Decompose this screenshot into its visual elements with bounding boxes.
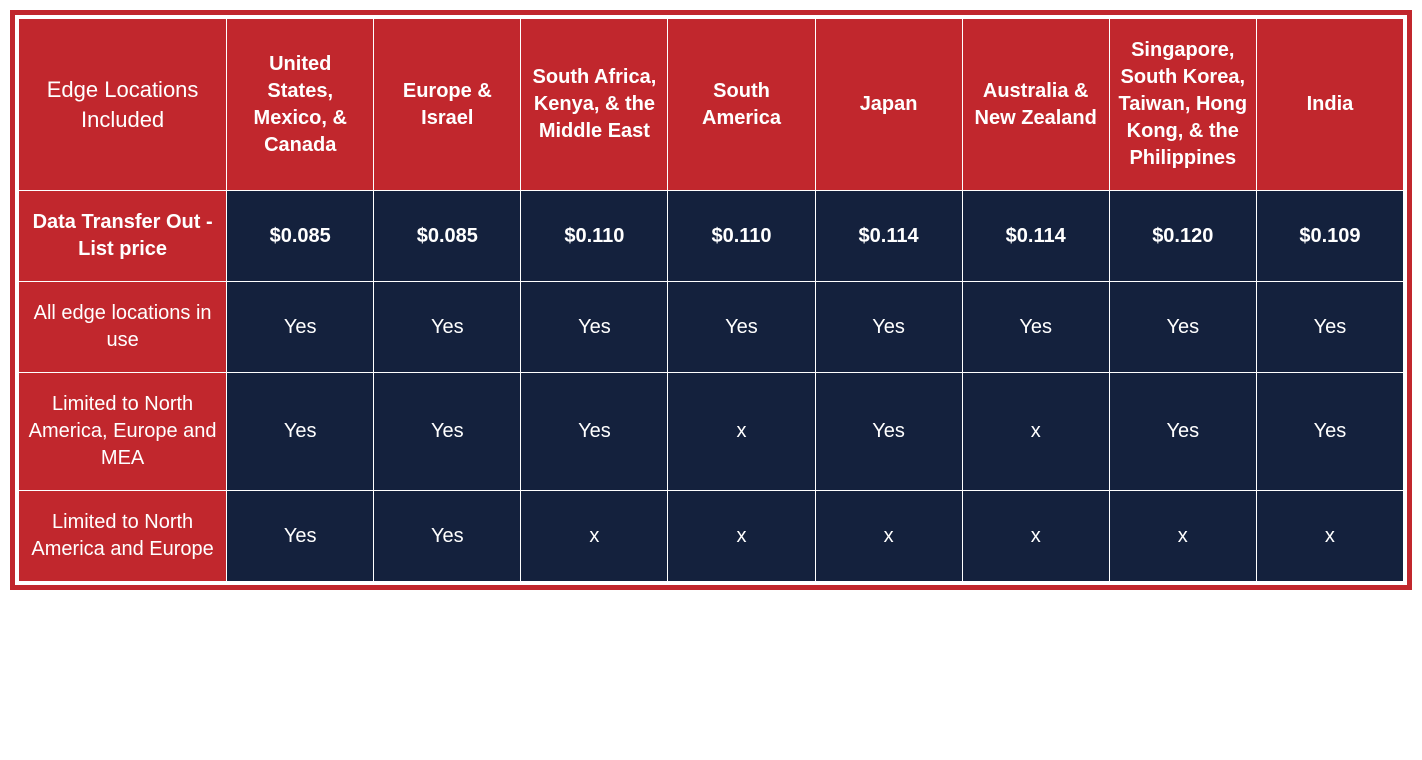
- cell: Yes: [227, 373, 374, 491]
- cell: Yes: [815, 282, 962, 373]
- cell: x: [1256, 491, 1403, 582]
- col-header: Europe & Israel: [374, 19, 521, 191]
- row-header: Data Transfer Out - List price: [19, 191, 227, 282]
- cell: Yes: [374, 282, 521, 373]
- cell: x: [962, 373, 1109, 491]
- cell: Yes: [227, 491, 374, 582]
- cell: Yes: [227, 282, 374, 373]
- cell: Yes: [815, 373, 962, 491]
- cell: Yes: [1109, 373, 1256, 491]
- table-row: Limited to North America, Europe and MEA…: [19, 373, 1404, 491]
- col-header: United States, Mexico, & Canada: [227, 19, 374, 191]
- cell: $0.110: [521, 191, 668, 282]
- cell: Yes: [668, 282, 815, 373]
- header-row: Edge Locations Included United States, M…: [19, 19, 1404, 191]
- cell: x: [962, 491, 1109, 582]
- table-row: All edge locations in use Yes Yes Yes Ye…: [19, 282, 1404, 373]
- cell: Yes: [1109, 282, 1256, 373]
- cell: Yes: [374, 373, 521, 491]
- cell: $0.120: [1109, 191, 1256, 282]
- cell: x: [668, 491, 815, 582]
- cell: Yes: [374, 491, 521, 582]
- cell: Yes: [962, 282, 1109, 373]
- cell: $0.110: [668, 191, 815, 282]
- cell: Yes: [1256, 282, 1403, 373]
- row-header: Limited to North America and Europe: [19, 491, 227, 582]
- cell: x: [521, 491, 668, 582]
- row-header: Limited to North America, Europe and MEA: [19, 373, 227, 491]
- cell: Yes: [521, 282, 668, 373]
- cell: Yes: [521, 373, 668, 491]
- col-header: India: [1256, 19, 1403, 191]
- table-row: Data Transfer Out - List price $0.085 $0…: [19, 191, 1404, 282]
- col-header: South America: [668, 19, 815, 191]
- corner-header: Edge Locations Included: [19, 19, 227, 191]
- cell: x: [1109, 491, 1256, 582]
- col-header: Singapore, South Korea, Taiwan, Hong Kon…: [1109, 19, 1256, 191]
- cell: $0.109: [1256, 191, 1403, 282]
- col-header: Australia & New Zealand: [962, 19, 1109, 191]
- row-header: All edge locations in use: [19, 282, 227, 373]
- cell: $0.085: [227, 191, 374, 282]
- cell: $0.085: [374, 191, 521, 282]
- cell: x: [815, 491, 962, 582]
- col-header: Japan: [815, 19, 962, 191]
- cell: Yes: [1256, 373, 1403, 491]
- cell: $0.114: [962, 191, 1109, 282]
- cell: $0.114: [815, 191, 962, 282]
- table-border-wrap: Edge Locations Included United States, M…: [10, 10, 1412, 590]
- table-row: Limited to North America and Europe Yes …: [19, 491, 1404, 582]
- cell: x: [668, 373, 815, 491]
- col-header: South Africa, Kenya, & the Middle East: [521, 19, 668, 191]
- pricing-table: Edge Locations Included United States, M…: [18, 18, 1404, 582]
